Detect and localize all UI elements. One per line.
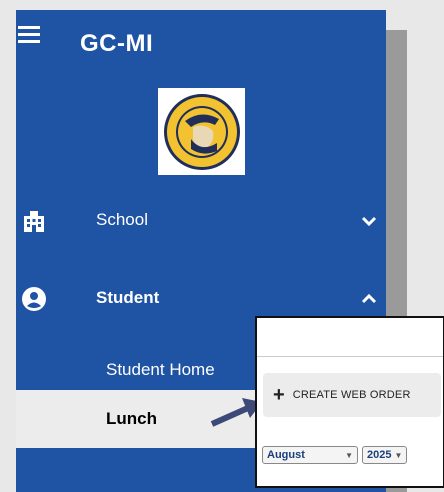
nav-subitem-lunch-label: Lunch — [106, 409, 157, 428]
date-selects: August ▼ 2025 ▼ — [262, 446, 408, 464]
account-circle-icon — [22, 287, 46, 311]
app-title: GC-MI — [80, 30, 154, 57]
dropdown-caret-icon: ▼ — [394, 450, 403, 460]
web-order-popup: + CREATE WEB ORDER August ▼ 2025 ▼ — [255, 316, 444, 488]
school-building-icon — [24, 211, 44, 232]
year-select-value: 2025 — [367, 449, 392, 461]
create-web-order-label: CREATE WEB ORDER — [292, 389, 411, 401]
nav-subitem-student-home-label: Student Home — [106, 360, 215, 379]
plus-icon: + — [273, 383, 285, 406]
chevron-up-icon[interactable] — [360, 290, 378, 308]
nav-item-school-label: School — [96, 210, 148, 229]
nav-item-school[interactable]: School — [16, 196, 386, 246]
top-bar: GC-MI — [16, 10, 386, 80]
month-select[interactable]: August ▼ — [262, 446, 358, 464]
chevron-down-icon[interactable] — [360, 212, 378, 230]
dropdown-caret-icon: ▼ — [345, 450, 353, 460]
month-select-value: August — [267, 449, 305, 461]
nav-item-student-label: Student — [96, 288, 160, 307]
popup-divider — [257, 356, 443, 357]
create-web-order-button[interactable]: + CREATE WEB ORDER — [263, 373, 441, 417]
year-select[interactable]: 2025 ▼ — [362, 446, 408, 464]
school-logo — [158, 88, 245, 175]
hamburger-menu-icon[interactable] — [18, 26, 40, 44]
